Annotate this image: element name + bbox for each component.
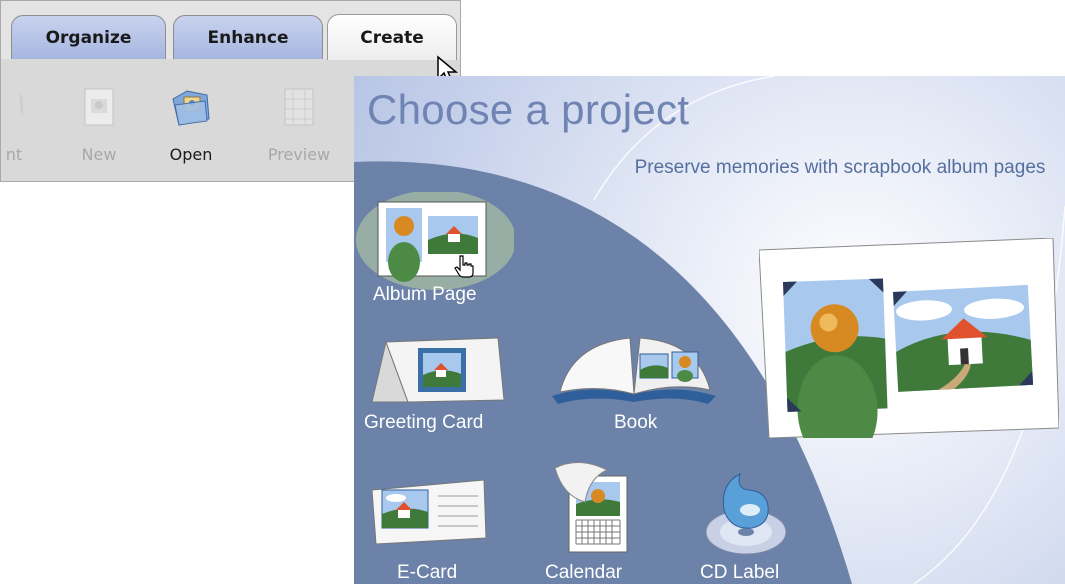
preview-button[interactable]: Preview (259, 85, 339, 175)
new-document-icon (84, 88, 114, 126)
partial-tool-icon (19, 93, 23, 115)
hand-cursor-icon (454, 255, 474, 278)
toolbar-item-label: Preview (267, 145, 331, 164)
tab-label: Organize (45, 27, 132, 48)
tab-organize[interactable]: Organize (11, 15, 166, 59)
project-greeting-card[interactable]: Greeting Card (354, 326, 524, 436)
open-folder-icon (172, 90, 210, 126)
toolbar-item-partial[interactable]: nt (0, 85, 41, 175)
project-e-card[interactable]: E-Card (354, 464, 504, 584)
new-button[interactable]: New (59, 85, 139, 175)
project-calendar[interactable]: Calendar (539, 456, 659, 584)
toolbar-item-label: New (81, 145, 117, 164)
project-label: Greeting Card (364, 412, 484, 433)
calendar-icon (554, 462, 628, 553)
project-description: Preserve memories with scrapbook album p… (634, 157, 1046, 178)
project-label: Book (614, 412, 658, 433)
tab-create[interactable]: Create (327, 14, 457, 60)
page-title: Choose a project (367, 86, 690, 133)
album-page-preview (759, 238, 1059, 438)
project-book[interactable]: Book (544, 326, 724, 436)
cd-label-icon (705, 473, 787, 555)
toolbar-item-label: Open (169, 145, 213, 164)
tab-enhance[interactable]: Enhance (173, 15, 323, 59)
choose-project-panel: Choose a project Preserve memories with … (354, 76, 1065, 584)
tab-label: Enhance (207, 27, 289, 48)
project-cd-label[interactable]: CD Label (684, 466, 824, 584)
tab-label: Create (360, 27, 424, 48)
project-label: Album Page (373, 284, 477, 305)
book-icon (552, 337, 716, 404)
project-album-page[interactable]: Album Page (354, 192, 514, 312)
album-page-icon (356, 192, 514, 290)
open-button[interactable]: Open (151, 85, 231, 175)
tab-strip: Organize Enhance Create (1, 1, 460, 60)
e-card-icon (371, 479, 487, 545)
project-label: E-Card (397, 562, 458, 583)
greeting-card-icon (371, 337, 505, 403)
toolbar-item-label: nt (5, 145, 23, 164)
project-label: Calendar (545, 562, 623, 583)
project-label: CD Label (700, 562, 780, 583)
preview-icon (284, 88, 314, 126)
